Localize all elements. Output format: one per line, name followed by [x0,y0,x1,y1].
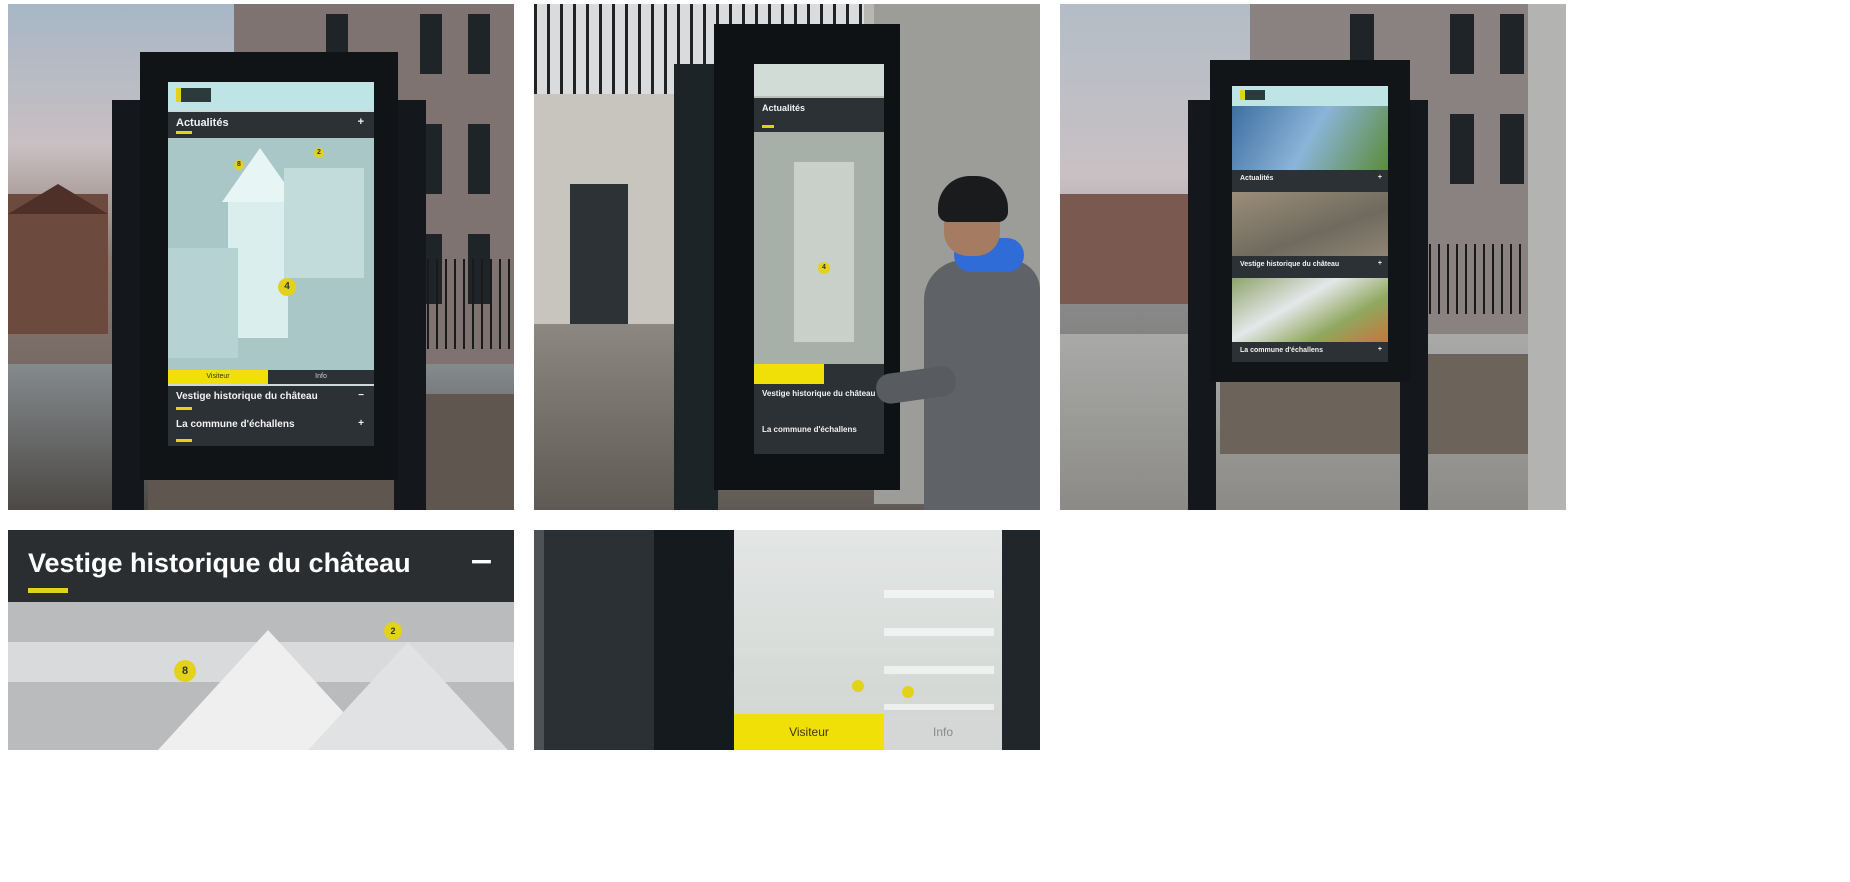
castle-map[interactable]: 4 8 2 [168,138,374,370]
screen-reflection [884,560,994,710]
map-pin[interactable] [902,686,914,698]
screen-header [1232,86,1388,106]
kiosk-post [544,530,654,750]
collapse-icon[interactable]: − [358,390,364,401]
second-roof [308,642,508,750]
map-pin[interactable]: 8 [174,660,196,682]
kiosk-screen: Actualités + 4 8 2 Visiteur Info Vestige… [168,82,374,446]
news-photo-2[interactable] [1232,192,1388,256]
visit-button[interactable]: Visiteur [168,370,268,384]
kiosk-post-dark [654,530,734,750]
title-underline [28,588,68,593]
info-button[interactable] [824,364,884,384]
map-pin[interactable] [852,680,864,692]
screen-header [168,82,374,110]
kiosk-post [674,64,718,510]
section-title: Vestige historique du château [28,548,411,578]
photo-kiosk-closeup: Visiteur Info [534,530,1040,750]
kiosk-post-right [394,100,426,510]
house-left [1060,194,1190,304]
collapse-icon[interactable]: − [469,544,494,579]
photo-kiosk-dusk: Actualités + 4 8 2 Visiteur Info Vestige… [8,4,514,510]
menu-item-commune[interactable]: La commune d'échallens [754,420,884,454]
castle-wing [284,168,364,278]
house-left [8,194,108,334]
info-button[interactable]: Info [268,370,374,384]
photo-screen-closeup: Vestige historique du château − 8 2 [8,530,514,750]
menu-item-vestige[interactable]: Vestige historique du château + [1232,258,1388,276]
visit-button[interactable] [754,364,824,384]
map-pin[interactable]: 2 [314,148,324,158]
info-button[interactable]: Info [884,714,1002,750]
house-roof [8,184,108,214]
menu-item-actualites[interactable]: Actualités [754,98,884,132]
kiosk-screen: Visiteur Info [734,530,1002,750]
photo-person-touching: Actualités 4 Vestige historique du châte… [534,4,1040,510]
menu-item-actualites[interactable]: Actualités + [168,112,374,138]
photo-kiosk-news: Actualités + Vestige historique du châte… [1060,4,1566,510]
expand-icon[interactable]: + [358,418,364,429]
castle-map[interactable]: 8 2 [8,602,514,750]
kiosk-screen: Actualités + Vestige historique du châte… [1232,86,1388,362]
map-pin[interactable]: 2 [384,622,402,640]
pillar-right [1528,4,1566,510]
expand-icon[interactable]: + [358,116,364,128]
menu-item-commune[interactable]: La commune d'échallens + [1232,344,1388,362]
menu-item-vestige[interactable]: Vestige historique du château [754,384,884,420]
visit-button[interactable]: Visiteur [734,714,884,750]
kiosk-frame-edge [1002,530,1040,750]
map-pin[interactable]: 4 [278,278,296,296]
castle-wall [168,248,238,358]
map-pin[interactable]: 8 [234,160,244,170]
logo-icon [176,88,211,102]
menu-item-commune[interactable]: La commune d'échallens + [168,414,374,446]
castle-map[interactable]: 4 [754,132,884,364]
fence [418,259,514,349]
doorway [570,184,628,324]
news-photo-1[interactable] [1232,106,1388,170]
title-bar: Vestige historique du château − [8,530,514,602]
kiosk-screen: Actualités 4 Vestige historique du châte… [754,64,884,454]
menu-item-actualites[interactable]: Actualités + [1232,172,1388,190]
news-photo-3[interactable] [1232,278,1388,342]
menu-item-vestige[interactable]: Vestige historique du château − [168,386,374,414]
map-pin[interactable]: 4 [818,262,830,274]
